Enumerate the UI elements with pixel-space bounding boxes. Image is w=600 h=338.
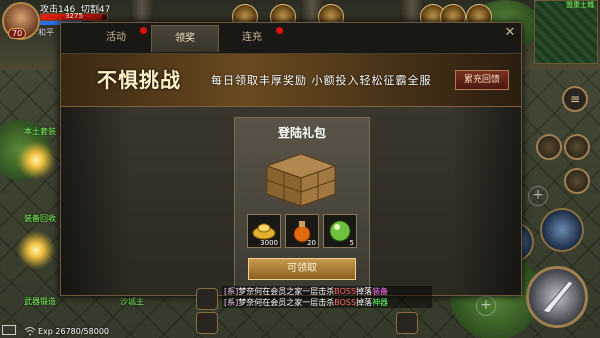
add-icon[interactable]: + [476,296,496,316]
chat-icon[interactable] [196,288,218,310]
reward-dialog: 活动 领奖 连充 ✕ 不惧挑战 每日领取丰厚奖励 小额投入轻松征霸全服 累充回馈… [60,22,522,296]
chat-icon[interactable] [196,312,218,334]
quick-slot-icon[interactable] [536,134,562,160]
chat-line: [系]梦奈何在会员之家一层击杀BOSS掉落神器 [222,297,432,308]
reward-item[interactable]: 20 [285,214,319,248]
npc-label[interactable]: 武器锻造 [24,296,56,307]
chat-line: [系]梦奈何在会员之家一层击杀BOSS掉落装备 [222,286,432,297]
quick-slot-icon[interactable] [564,168,590,194]
login-gift-card: 登陆礼包 3000 20 5 可领取 [234,117,370,289]
reward-items: 3000 20 5 [247,214,357,250]
bag-icon[interactable] [396,312,418,334]
tab-label: 活动 [106,32,126,43]
cumulative-recharge-button[interactable]: 累充回馈 [455,70,509,90]
chat-tag: BOSS [334,287,357,296]
notification-dot [140,27,147,34]
dialog-body: 登陆礼包 3000 20 5 可领取 [61,107,521,295]
hp-bar: 3275 [40,12,108,21]
npc-label[interactable]: 本土套装 [24,126,56,137]
wifi-icon [24,327,36,336]
tab-activity[interactable]: 活动 [83,25,149,51]
reward-item[interactable]: 3000 [247,214,281,248]
player-name: 和平 [38,28,54,37]
chat-prefix: [系] [224,298,239,307]
chat-log[interactable]: [系]梦奈何在会员之家一层击杀BOSS掉落装备 [系]梦奈何在会员之家一层击杀B… [222,286,432,308]
close-icon[interactable]: ✕ [503,26,517,40]
hp-text: 3275 [65,12,83,20]
exp-text: Exp 26780/58000 [38,327,110,336]
claim-button[interactable]: 可领取 [248,258,356,280]
skill-icon[interactable] [540,208,584,252]
banner-subtitle: 每日领取丰厚奖励 小额投入轻松征霸全服 [211,74,432,87]
chat-suffix: 掉落 [356,287,373,296]
chat-text: 梦奈何在会员之家一层击杀 [238,298,335,307]
item-count: 5 [349,239,354,247]
treasure-chest-icon [265,153,337,207]
banner-title: 不惧挑战 [97,68,181,92]
tab-recharge[interactable]: 连充 [219,25,285,51]
add-icon[interactable]: + [528,186,548,206]
attack-button[interactable] [526,266,588,328]
tab-rewards[interactable]: 领奖 [151,25,219,52]
shrine-glow [16,140,56,180]
chat-item: 神器 [372,298,389,307]
item-count: 20 [307,239,316,247]
reward-item[interactable]: 5 [323,214,357,248]
tab-label: 领奖 [175,33,195,44]
minimap-name: 盟重土城 [566,1,594,9]
shrine-glow [16,230,56,270]
npc-label[interactable]: 装备回收 [24,213,56,224]
sword-icon [542,280,574,314]
chat-tag: BOSS [334,298,357,307]
npc-label[interactable]: 沙城主 [120,296,144,307]
dialog-tabs: 活动 领奖 连充 ✕ [61,23,521,54]
notification-dot [276,27,283,34]
card-title: 登陆礼包 [277,126,326,140]
quick-slot-icon[interactable] [564,134,590,160]
player-level-badge: 70 [8,28,27,39]
battery-icon [2,325,16,335]
chat-prefix: [系] [224,287,239,296]
menu-icon[interactable]: ≡ [562,86,588,112]
chat-item: 装备 [372,287,389,296]
promo-banner: 不惧挑战 每日领取丰厚奖励 小额投入轻松征霸全服 累充回馈 [61,54,521,107]
tab-label: 连充 [242,32,262,43]
chat-suffix: 掉落 [356,298,373,307]
item-count: 3000 [260,239,278,247]
chat-text: 梦奈何在会员之家一层击杀 [238,287,335,296]
